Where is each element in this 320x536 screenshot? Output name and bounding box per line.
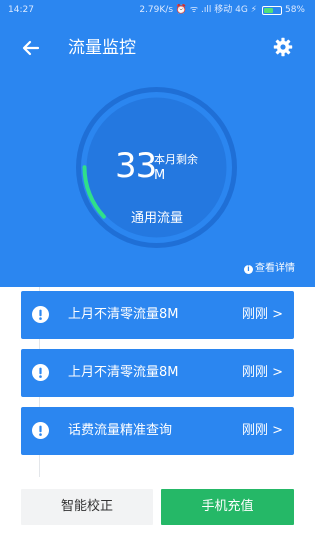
- gear-icon[interactable]: [273, 37, 293, 57]
- remaining-data-value: 33: [115, 146, 157, 186]
- status-time: 14:27: [8, 5, 34, 15]
- notice-time: 刚刚 >: [241, 307, 283, 322]
- status-bar: 14:27 2.79K/s ⏰ ᯤ .ıll 移动 4G ⚡ 58%: [0, 0, 315, 20]
- view-details-label: 查看详情: [255, 263, 295, 274]
- notice-text: 上月不清零流量8M: [68, 365, 179, 380]
- notice-card[interactable]: 上月不清零流量8M 刚刚 >: [21, 349, 294, 397]
- remaining-data-unit: M: [154, 168, 166, 183]
- phone-recharge-button[interactable]: 手机充值: [161, 489, 294, 525]
- info-icon: i: [244, 264, 253, 274]
- battery-percent: 58%: [284, 5, 305, 15]
- notice-time: 刚刚 >: [241, 365, 283, 380]
- remaining-data-caption: 本月剩余: [154, 153, 198, 166]
- status-network-text: 2.79K/s ⏰ ᯤ .ıll 移动 4G ⚡: [139, 5, 257, 15]
- alert-icon: [32, 306, 49, 323]
- view-details-link[interactable]: i 查看详情: [244, 263, 295, 275]
- battery-icon: [261, 5, 282, 15]
- data-type-label: 通用流量: [130, 211, 183, 226]
- notice-text: 话费流量精准查询: [68, 423, 173, 438]
- alert-icon: [32, 422, 49, 439]
- notice-time: 刚刚 >: [241, 423, 283, 438]
- notice-card[interactable]: 话费流量精准查询 刚刚 >: [21, 407, 294, 455]
- back-arrow-icon[interactable]: [20, 37, 42, 59]
- status-indicators: 2.79K/s ⏰ ᯤ .ıll 移动 4G ⚡ 58%: [139, 0, 305, 20]
- alert-icon: [32, 364, 49, 381]
- notice-text: 上月不清零流量8M: [68, 307, 179, 322]
- top-app-bar: 流量监控: [0, 30, 315, 66]
- battery-level-fill: [263, 7, 273, 13]
- page-title: 流量监控: [68, 38, 136, 58]
- notice-card[interactable]: 上月不清零流量8M 刚刚 >: [21, 291, 294, 339]
- traffic-monitor-header-panel: 14:27 2.79K/s ⏰ ᯤ .ıll 移动 4G ⚡ 58% 流量监控: [0, 0, 315, 287]
- smart-calibrate-button[interactable]: 智能校正: [21, 489, 153, 525]
